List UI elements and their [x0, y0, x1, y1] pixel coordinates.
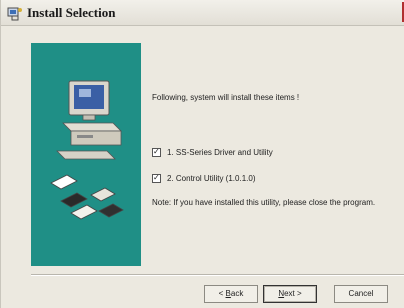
check-icon: ✓ — [153, 147, 160, 156]
item-control-utility-checkbox[interactable]: ✓ — [152, 173, 161, 183]
install-selection-window: Install Selection Following, system will… — [0, 0, 404, 308]
cancel-button[interactable]: Cancel — [334, 285, 388, 303]
intro-text: Following, system will install these ite… — [152, 93, 300, 102]
check-icon: ✓ — [153, 173, 160, 182]
footer-divider — [31, 274, 404, 276]
title-bar[interactable]: Install Selection — [1, 0, 404, 26]
item-control-utility-label: 2. Control Utility (1.0.1.0) — [167, 174, 256, 183]
item-driver-utility[interactable]: ✓ 1. SS-Series Driver and Utility — [152, 147, 273, 157]
window-title: Install Selection — [27, 5, 116, 20]
item-driver-utility-checkbox[interactable]: ✓ — [152, 147, 161, 157]
setup-illustration-panel — [31, 43, 141, 266]
item-control-utility[interactable]: ✓ 2. Control Utility (1.0.1.0) — [152, 173, 256, 183]
item-driver-utility-label: 1. SS-Series Driver and Utility — [167, 148, 273, 157]
note-text: Note: If you have installed this utility… — [152, 198, 376, 207]
computer-install-illustration — [50, 80, 124, 220]
installer-icon — [7, 7, 22, 21]
next-button[interactable]: Next > — [263, 285, 317, 303]
back-button[interactable]: < Back — [204, 285, 258, 303]
